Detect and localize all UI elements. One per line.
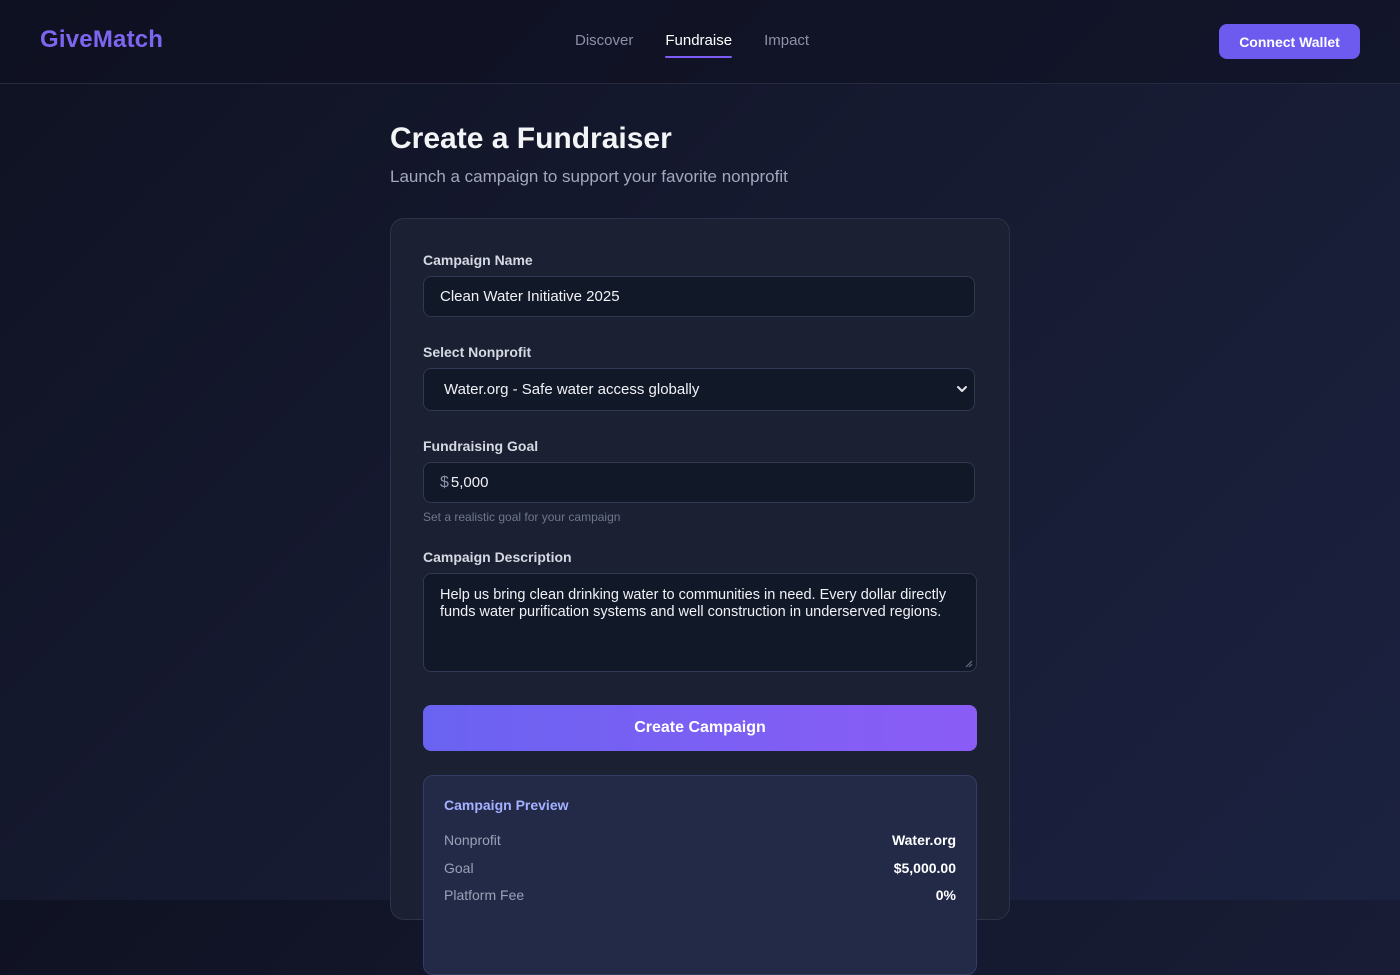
preview-row-nonprofit: Nonprofit Water.org: [444, 832, 956, 848]
connect-wallet-button[interactable]: Connect Wallet: [1219, 24, 1360, 59]
fundraiser-form-card: Campaign Name Clean Water Initiative 202…: [390, 218, 1010, 975]
description-textarea[interactable]: Help us bring clean drinking water to co…: [423, 573, 977, 672]
page-subtitle: Launch a campaign to support your favori…: [390, 167, 788, 186]
preview-value: 0%: [935, 887, 956, 903]
main-nav: Discover Fundraise Impact: [575, 32, 809, 58]
preview-title: Campaign Preview: [444, 797, 569, 813]
goal-value: 5,000: [450, 474, 489, 491]
campaign-name-label: Campaign Name: [423, 252, 533, 268]
nav-impact[interactable]: Impact: [764, 32, 809, 57]
nonprofit-select[interactable]: Water.org - Safe water access globally: [423, 368, 975, 411]
create-campaign-button[interactable]: Create Campaign: [423, 705, 977, 751]
currency-symbol: $: [440, 473, 449, 491]
campaign-name-value: Clean Water Initiative 2025: [440, 288, 620, 305]
top-header: GiveMatch Discover Fundraise Impact Conn…: [0, 0, 1400, 84]
preview-value: $5,000.00: [893, 860, 956, 876]
campaign-name-input[interactable]: Clean Water Initiative 2025: [423, 276, 975, 317]
campaign-preview: Campaign Preview Nonprofit Water.org Goa…: [423, 775, 977, 975]
preview-key: Platform Fee: [444, 887, 525, 903]
nav-fundraise[interactable]: Fundraise: [665, 32, 732, 58]
logo[interactable]: GiveMatch: [40, 26, 163, 54]
preview-row-platform-fee: Platform Fee 0%: [444, 887, 956, 903]
goal-hint: Set a realistic goal for your campaign: [423, 510, 621, 524]
resize-handle-icon[interactable]: [965, 660, 973, 668]
goal-input[interactable]: $ 5,000: [423, 462, 975, 503]
nonprofit-label: Select Nonprofit: [423, 344, 532, 360]
nonprofit-value: Water.org - Safe water access globally: [444, 381, 700, 398]
preview-row-goal: Goal $5,000.00: [444, 860, 956, 876]
description-value: Help us bring clean drinking water to co…: [440, 587, 947, 620]
page-title: Create a Fundraiser: [390, 122, 672, 155]
nav-discover[interactable]: Discover: [575, 32, 633, 57]
preview-key: Nonprofit: [444, 832, 501, 848]
description-label: Campaign Description: [423, 549, 572, 565]
preview-key: Goal: [444, 860, 474, 876]
goal-label: Fundraising Goal: [423, 438, 539, 454]
chevron-down-icon: [957, 386, 967, 392]
preview-value: Water.org: [891, 832, 956, 848]
